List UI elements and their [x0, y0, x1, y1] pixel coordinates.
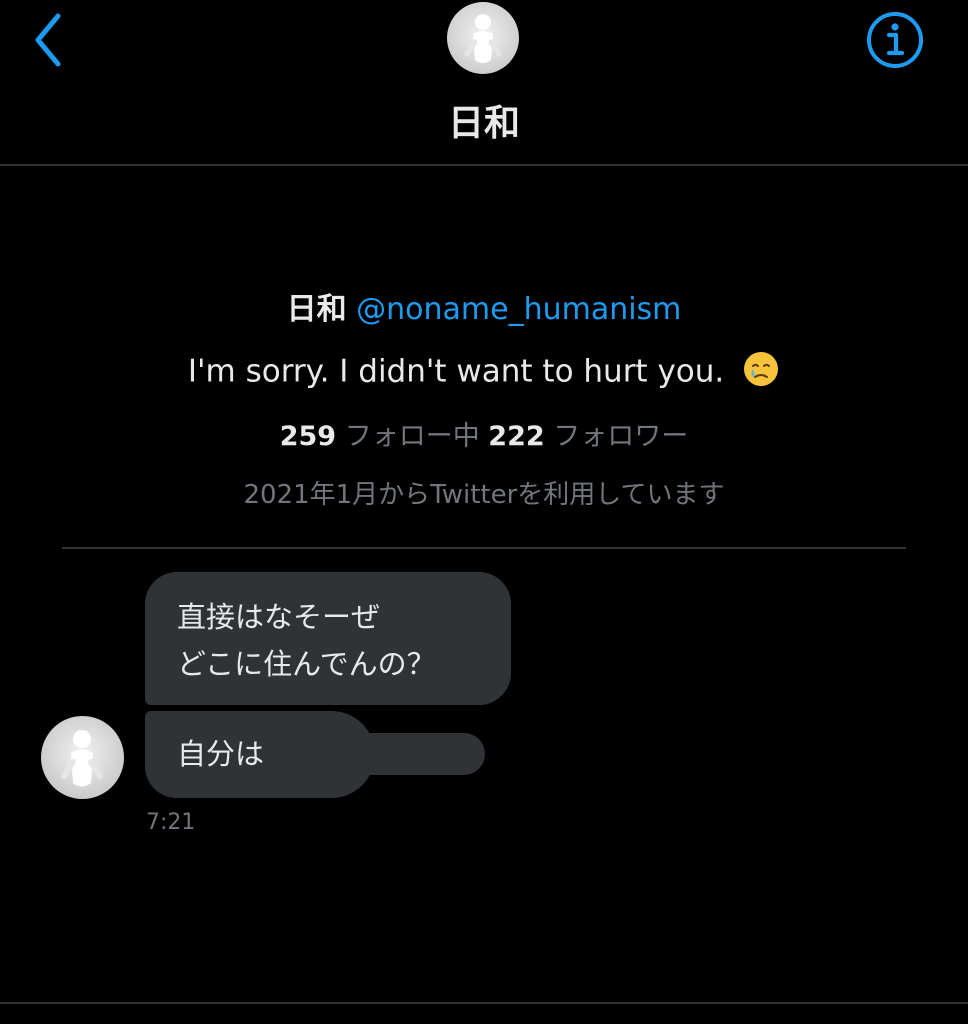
profile-name: 日和	[286, 292, 347, 327]
message-text-line: どこに住んでんの？	[177, 647, 436, 681]
profile-stats: 259 フォロー中 222 フォロワー	[0, 414, 968, 453]
composer-divider	[0, 1002, 968, 1004]
profile-handle[interactable]: @noname_humanism	[356, 292, 681, 327]
info-button[interactable]	[864, 9, 926, 71]
message-timestamp: 7:21	[146, 810, 196, 835]
info-icon	[867, 12, 923, 68]
back-button[interactable]	[26, 8, 78, 70]
sender-avatar[interactable]	[41, 716, 124, 799]
message-bubble[interactable]: 自分は	[145, 711, 375, 798]
face-holding-back-tears-emoji	[742, 350, 780, 396]
following-count[interactable]: 259	[280, 421, 336, 452]
profile-bio-text: I'm sorry. I didn't want to hurt you.	[187, 353, 725, 390]
profile-divider	[62, 547, 906, 549]
following-label[interactable]: フォロー中	[345, 421, 480, 452]
message-bubble[interactable]: 直接はなそーぜ どこに住んでんの？	[145, 572, 511, 705]
header-avatar[interactable]	[447, 2, 519, 74]
profile-bio: I'm sorry. I didn't want to hurt you.	[0, 350, 968, 396]
message-text-line: 直接はなそーぜ	[177, 600, 381, 634]
followers-label[interactable]: フォロワー	[553, 421, 688, 452]
header-divider	[0, 164, 968, 166]
message-text: 自分は	[177, 737, 265, 771]
profile-joined-date: 2021年1月からTwitterを利用しています	[243, 480, 725, 510]
conversation-title: 日和	[447, 103, 520, 144]
followers-count[interactable]: 222	[488, 421, 544, 452]
back-chevron-icon	[35, 13, 61, 67]
profile-name-line[interactable]: 日和 @noname_humanism	[0, 284, 968, 328]
